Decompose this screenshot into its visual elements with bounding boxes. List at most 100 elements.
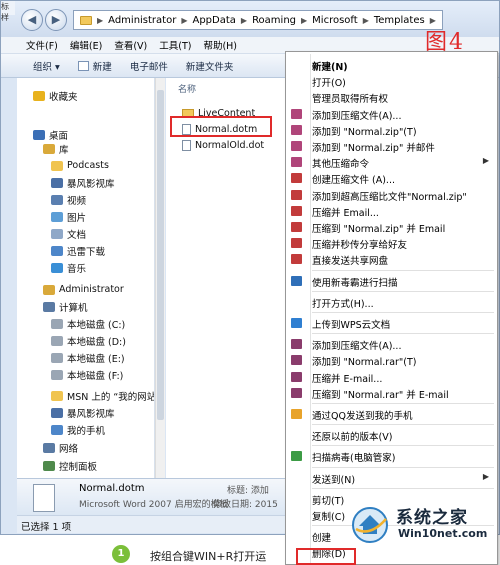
menu-separator: [312, 445, 494, 447]
context-menu-item[interactable]: 添加到 "Normal.zip"(T): [286, 122, 497, 138]
new-button[interactable]: 新建: [77, 59, 112, 73]
submenu-arrow-icon: ▶: [482, 471, 489, 481]
context-menu-item[interactable]: 创建压缩文件 (A)...: [286, 170, 497, 186]
context-menu-item[interactable]: 压缩并 Email...: [286, 203, 497, 219]
context-menu-item[interactable]: 压缩到 "Normal.zip" 并 Email: [286, 219, 497, 235]
context-menu-item[interactable]: 还原以前的版本(V): [286, 427, 497, 443]
back-button[interactable]: ◀: [21, 9, 43, 31]
context-menu-item[interactable]: 打开(O): [286, 73, 497, 89]
document-icon: [51, 228, 63, 239]
chevron-right-icon: ▶: [240, 15, 248, 25]
nav-item[interactable]: MSN 上的 “我的网站: [51, 388, 154, 403]
menu-separator: [312, 403, 494, 404]
context-menu-item[interactable]: 添加到压缩文件(A)...: [286, 106, 497, 122]
nav-item-label: 控制面板: [59, 461, 98, 473]
menu-edit[interactable]: 编辑(E): [70, 38, 102, 52]
context-menu-item[interactable]: 添加到压缩文件(A)...: [286, 336, 497, 352]
computer-icon: [43, 301, 55, 312]
context-menu-label: 管理员取得所有权: [312, 94, 389, 106]
address-bar[interactable]: ▶ Administrator ▶ AppData ▶ Roaming ▶ Mi…: [73, 10, 443, 30]
context-menu-label: 添加到压缩文件(A)...: [312, 341, 402, 353]
nav-item[interactable]: 本地磁盘 (E:): [51, 350, 125, 365]
breadcrumb-segment[interactable]: AppData: [192, 15, 235, 26]
context-menu-item[interactable]: 通过QQ发送到我的手机: [286, 406, 497, 422]
chevron-right-icon: ▶: [301, 15, 308, 25]
nav-item[interactable]: 暴风影视库: [51, 175, 115, 190]
nav-item[interactable]: 我的手机: [51, 422, 105, 437]
nav-item-label: 收藏夹: [49, 91, 78, 103]
nav-item[interactable]: 收藏夹: [33, 88, 78, 103]
nav-item-label: 暴风影视库: [67, 178, 115, 190]
nav-item[interactable]: 音乐: [51, 260, 86, 275]
context-menu-item[interactable]: 添加到 "Normal.rar"(T): [286, 352, 497, 368]
step-number-badge: 1: [112, 545, 130, 563]
nav-item-label: 暴风影视库: [67, 408, 115, 420]
nav-item[interactable]: 网络: [43, 440, 78, 455]
context-menu-label: 压缩并 Email...: [312, 207, 379, 219]
breadcrumb-segment[interactable]: Roaming: [252, 15, 296, 26]
nav-item[interactable]: 迅雷下载: [51, 243, 105, 258]
folder-icon: [51, 160, 63, 171]
context-menu-item[interactable]: 压缩并 E-mail...: [286, 369, 497, 385]
nav-item[interactable]: 本地磁盘 (C:): [51, 316, 125, 331]
wps-cloud-icon: [291, 318, 302, 328]
breadcrumb-segment[interactable]: Templates: [374, 15, 425, 26]
context-menu-label: 剪切(T): [312, 495, 345, 507]
context-menu-label: 添加到超高压缩比文件"Normal.zip": [312, 191, 467, 203]
menu-separator: [312, 333, 494, 335]
context-menu-item[interactable]: 新建(N): [286, 57, 497, 73]
nav-item-label: 迅雷下载: [67, 246, 106, 258]
rar-books-icon: [291, 387, 302, 398]
context-menu-item[interactable]: 其他压缩命令 ▶: [286, 154, 497, 170]
context-menu-label: 新建(N): [312, 62, 348, 73]
menu-file[interactable]: 文件(F): [26, 38, 58, 52]
nav-item-label: 视频: [67, 195, 87, 207]
nav-item[interactable]: 本地磁盘 (F:): [51, 367, 123, 382]
context-menu-item[interactable]: 打开方式(H)...: [286, 294, 497, 310]
new-folder-button[interactable]: 新建文件夹: [186, 59, 234, 73]
nav-item[interactable]: 控制面板: [43, 458, 97, 473]
navigation-scrollbar[interactable]: [155, 78, 165, 478]
house-logo-icon: [352, 507, 388, 543]
menu-help[interactable]: 帮助(H): [203, 38, 237, 52]
menu-separator: [312, 487, 494, 489]
organize-button[interactable]: 组织 ▾: [33, 59, 60, 73]
nav-item[interactable]: 计算机: [43, 299, 88, 314]
menu-view[interactable]: 查看(V): [114, 38, 147, 52]
nav-item[interactable]: Administrator: [43, 282, 124, 297]
nav-item[interactable]: 桌面: [33, 127, 68, 142]
details-title-field[interactable]: 标题: 添加: [227, 483, 269, 496]
watermark: 系统之家 Win10net.com: [348, 497, 496, 555]
nav-item-label: 音乐: [67, 263, 87, 275]
breadcrumb-segment[interactable]: Microsoft: [312, 15, 358, 26]
nav-item[interactable]: Podcasts: [51, 158, 109, 173]
context-menu-item[interactable]: 压缩并秒传分享给好友: [286, 235, 497, 251]
nav-item[interactable]: 本地磁盘 (D:): [51, 333, 126, 348]
context-menu-label: 压缩并秒传分享给好友: [312, 240, 408, 252]
forward-button[interactable]: ▶: [45, 9, 67, 31]
nav-item[interactable]: 库: [43, 141, 69, 156]
nav-item[interactable]: 暴风影视库: [51, 405, 115, 420]
menu-tools[interactable]: 工具(T): [159, 38, 191, 52]
context-menu-item[interactable]: 直接发送共享网盘: [286, 251, 497, 267]
email-button[interactable]: 电子邮件: [130, 59, 168, 73]
nav-item[interactable]: 图片: [51, 209, 86, 224]
scrollbar-thumb[interactable]: [157, 90, 164, 420]
instruction-text: 按组合键WIN+R打开运: [150, 550, 267, 563]
context-menu-item[interactable]: 压缩到 "Normal.rar" 并 E-mail: [286, 385, 497, 401]
context-menu-item[interactable]: 使用新毒霸进行扫描: [286, 273, 497, 289]
context-menu-label: 压缩到 "Normal.rar" 并 E-mail: [312, 389, 449, 401]
context-menu-item[interactable]: 管理员取得所有权: [286, 89, 497, 105]
details-file-type: Microsoft Word 2007 启用宏的模板: [79, 500, 229, 510]
context-menu-item[interactable]: 添加到超高压缩比文件"Normal.zip": [286, 187, 497, 203]
context-menu-item[interactable]: 扫描病毒(电脑管家): [286, 448, 497, 464]
breadcrumb-segment[interactable]: Administrator: [108, 15, 176, 26]
context-menu-item[interactable]: 上传到WPS云文档: [286, 315, 497, 331]
nav-item-label: 本地磁盘 (F:): [67, 370, 124, 382]
context-menu-item[interactable]: 添加到 "Normal.zip" 并邮件: [286, 138, 497, 154]
context-menu-item[interactable]: 发送到(N) ▶: [286, 470, 497, 486]
nav-item[interactable]: 文档: [51, 226, 86, 241]
file-item-normalold-dot[interactable]: NormalOld.dot: [182, 138, 264, 152]
nav-item[interactable]: 视频: [51, 192, 86, 207]
column-header-name[interactable]: 名称: [178, 82, 196, 95]
